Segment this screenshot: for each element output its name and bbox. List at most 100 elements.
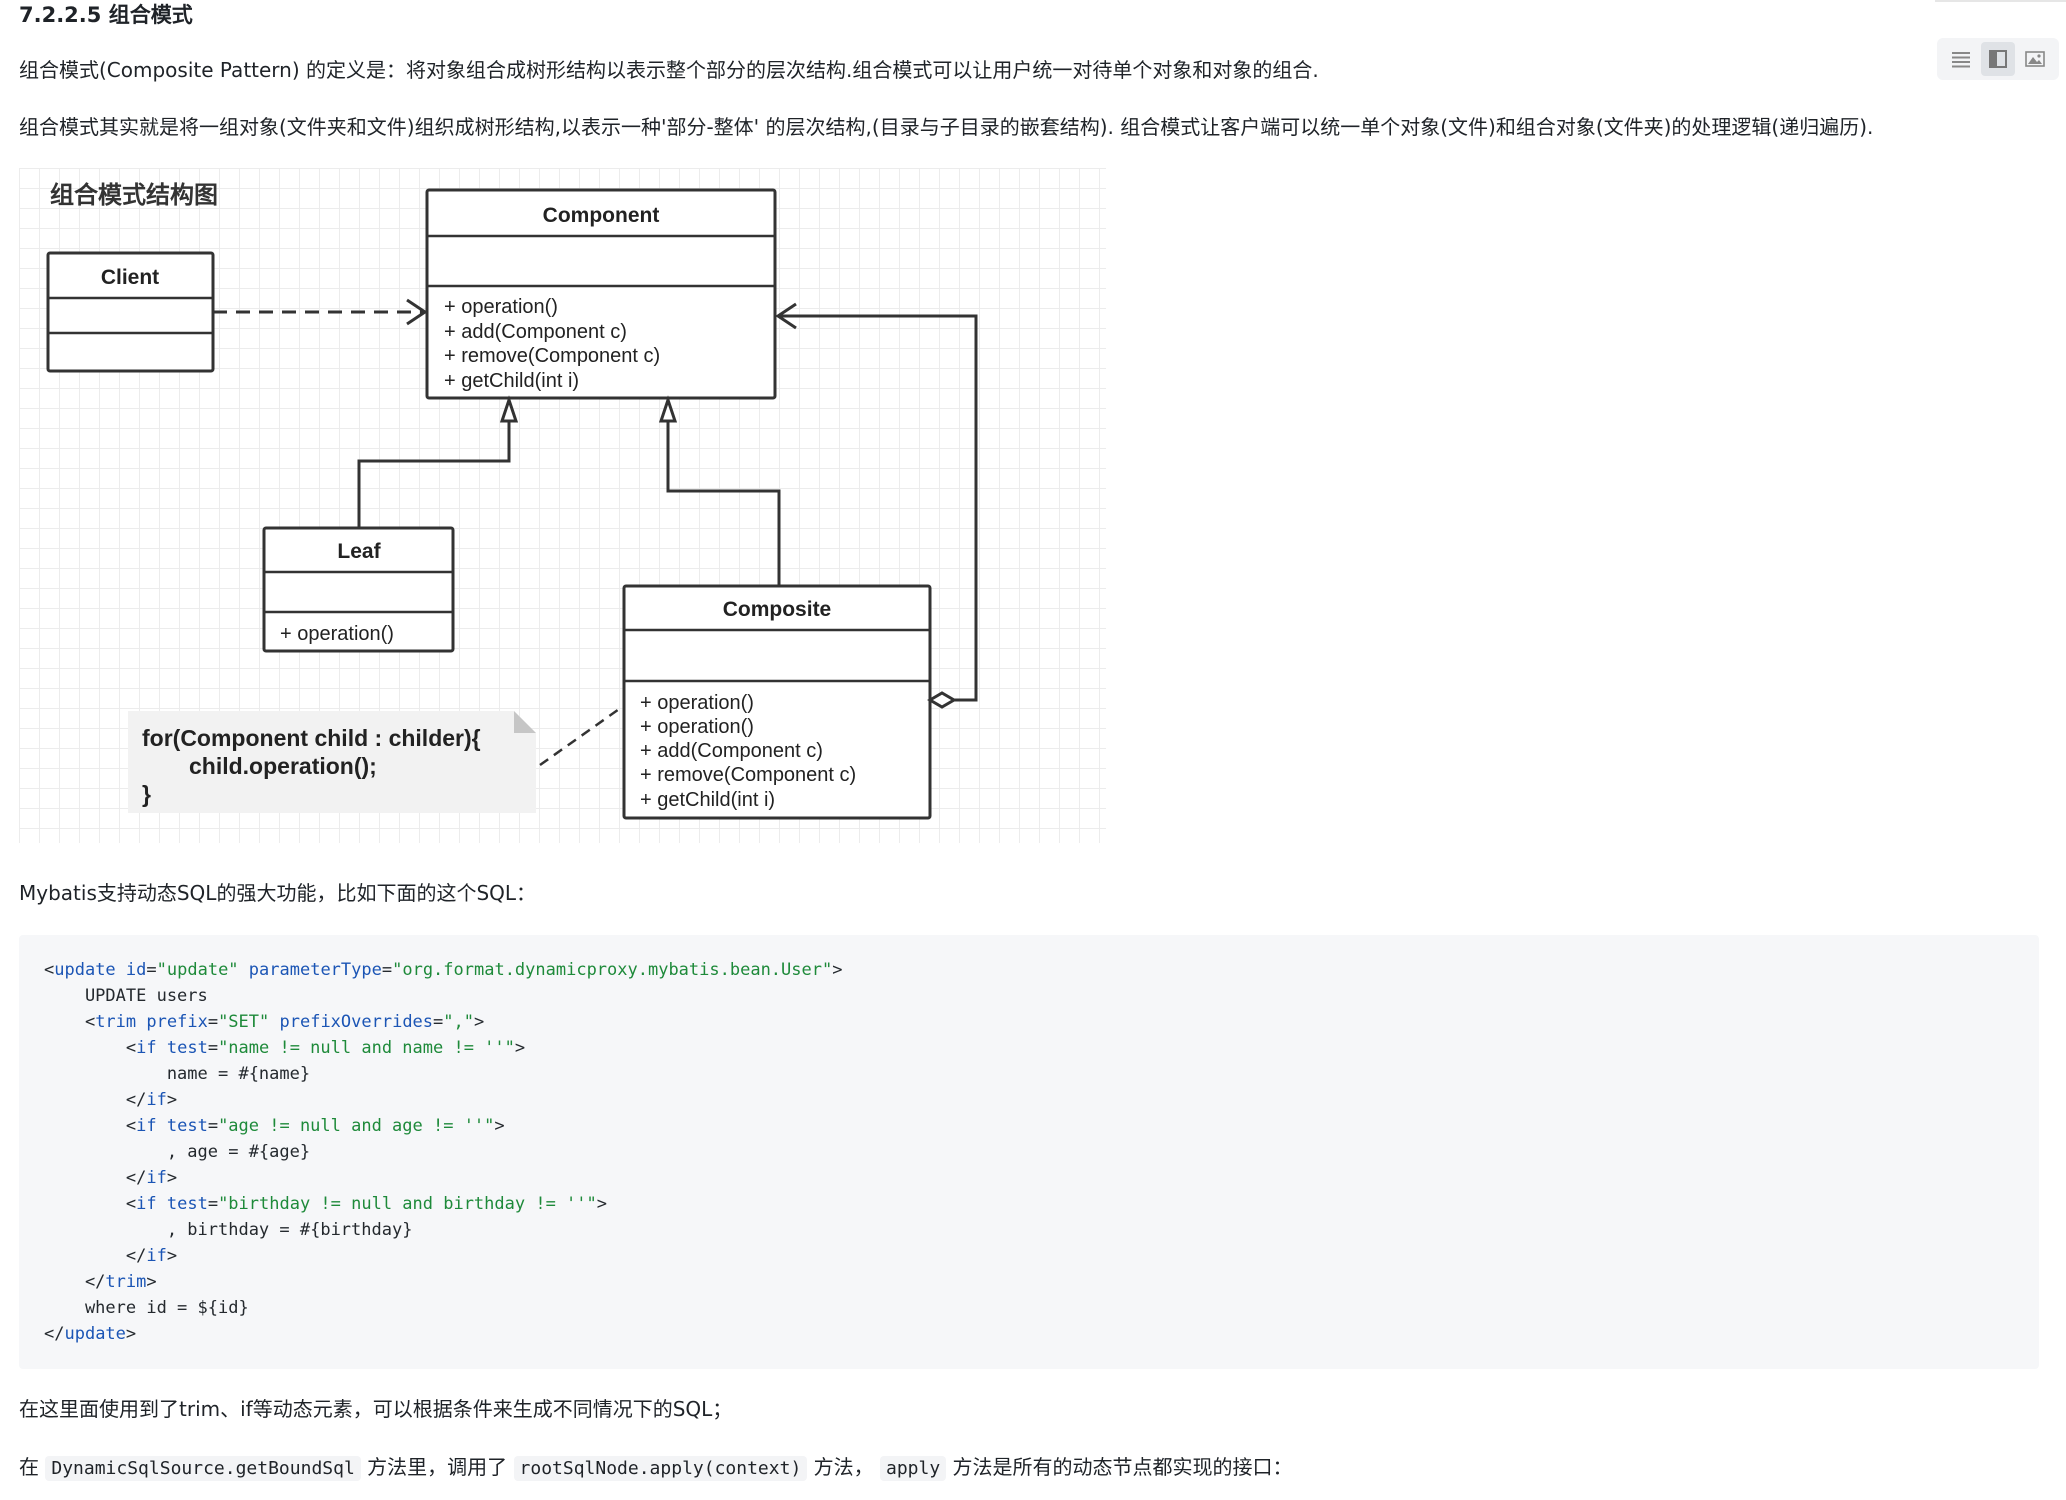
composite-method: + add(Component c) — [640, 740, 823, 762]
code-token: = — [433, 1012, 444, 1032]
view-mode-toolbar — [1937, 38, 2059, 80]
code-token: test — [166, 1038, 208, 1058]
image-view-icon — [2024, 51, 2045, 67]
code-token: </ — [44, 1324, 65, 1344]
component-method: + add(Component c) — [444, 321, 627, 343]
leaf-inheritance-arrow — [357, 395, 519, 528]
code-token: "org.format.dynamicproxy.mybatis.bean.Us… — [392, 960, 833, 980]
code-token: if — [136, 1038, 157, 1058]
code-token: "," — [443, 1012, 474, 1032]
code-token: "name != null and name != ''" — [218, 1038, 515, 1058]
code-token: > — [474, 1012, 485, 1032]
code-token: > — [166, 1246, 178, 1266]
code-token: > — [166, 1090, 178, 1110]
leaf-method: + operation() — [280, 623, 394, 645]
code-token: > — [514, 1038, 526, 1058]
code-line: UPDATE users — [44, 983, 2014, 1009]
code-token: < — [44, 1012, 96, 1032]
code-token: update — [54, 960, 116, 980]
code-token: < — [44, 1194, 137, 1214]
composite-method: + remove(Component c) — [640, 764, 856, 786]
composite-method: + operation() — [640, 716, 754, 738]
code-token: "birthday != null and birthday != ''" — [218, 1194, 597, 1214]
code-token: < — [44, 960, 55, 980]
component-method: + operation() — [444, 296, 558, 318]
code-token: </ — [44, 1090, 147, 1110]
diagram-title: 组合模式结构图 — [50, 181, 218, 209]
code-line: where id = ${id} — [44, 1295, 2014, 1321]
code-token: "update" — [156, 960, 239, 980]
code-token: > — [596, 1194, 608, 1214]
code-token: = — [207, 1012, 219, 1032]
text-segment: 方法里，调用了 — [367, 1455, 508, 1479]
code-token: prefixOverrides — [279, 1012, 434, 1032]
toolbar-divider — [1935, 0, 2066, 2]
note-box: for(Component child : childer){ child.op… — [128, 711, 536, 813]
code-token: , birthday = #{birthday} — [44, 1220, 413, 1240]
code-token: </ — [44, 1168, 147, 1188]
client-class-name: Client — [101, 266, 159, 289]
code-line: </trim> — [44, 1269, 2014, 1295]
note-line: for(Component child : childer){ — [142, 725, 481, 751]
code-token: , age = #{age} — [44, 1142, 311, 1162]
inline-code-apply-context: rootSqlNode.apply(context) — [513, 1456, 808, 1481]
composite-pattern-diagram: 组合模式结构图 Client Component + operation() +… — [19, 168, 1106, 843]
image-view-button[interactable] — [2018, 42, 2052, 76]
code-token: UPDATE users — [44, 986, 208, 1006]
composite-method: + getChild(int i) — [640, 789, 775, 811]
code-content: <update id="update" parameterType="org.f… — [44, 957, 2014, 1347]
code-line: </if> — [44, 1087, 2014, 1113]
code-block[interactable]: <update id="update" parameterType="org.f… — [19, 935, 2039, 1369]
note-line: } — [142, 781, 151, 807]
apply-method-paragraph: 在 DynamicSqlSource.getBoundSql 方法里，调用了 r… — [19, 1452, 1293, 1484]
list-view-icon — [1952, 52, 1971, 68]
code-token: > — [494, 1116, 505, 1136]
inline-code-getboundsql: DynamicSqlSource.getBoundSql — [45, 1456, 361, 1481]
code-line: name = #{name} — [44, 1061, 2014, 1087]
code-token: = — [207, 1194, 219, 1214]
code-line: </if> — [44, 1165, 2014, 1191]
split-view-icon — [1988, 50, 2007, 68]
note-line: child.operation(); — [189, 753, 377, 779]
code-token: = — [207, 1038, 219, 1058]
code-token: if — [136, 1194, 157, 1214]
code-line: </if> — [44, 1243, 2014, 1269]
code-token: update — [64, 1324, 126, 1344]
code-token: parameterType — [248, 960, 382, 980]
leaf-class-name: Leaf — [337, 540, 381, 563]
code-token: </ — [44, 1272, 106, 1292]
client-class-box: Client — [46, 251, 215, 373]
code-token: name = #{name} — [44, 1064, 311, 1084]
code-token: < — [44, 1116, 137, 1136]
code-token: = — [207, 1116, 219, 1136]
code-line: <if test="name != null and name != ''"> — [44, 1035, 2014, 1061]
list-view-button[interactable] — [1944, 42, 1978, 76]
code-token: > — [166, 1168, 178, 1188]
composite-method: + operation() — [640, 692, 754, 714]
code-token: > — [832, 960, 843, 980]
text-segment: 在 — [19, 1455, 39, 1479]
composite-inheritance-arrow — [658, 395, 781, 586]
code-line: <trim prefix="SET" prefixOverrides=","> — [44, 1009, 2014, 1035]
code-token: < — [44, 1038, 137, 1058]
component-class-name: Component — [543, 204, 660, 227]
client-dependency-arrow — [213, 298, 428, 326]
mybatis-intro-paragraph: Mybatis支持动态SQL的强大功能，比如下面的这个SQL： — [19, 881, 537, 905]
code-token: > — [125, 1324, 137, 1344]
split-view-button[interactable] — [1980, 42, 2015, 76]
code-line: , age = #{age} — [44, 1139, 2014, 1165]
code-token: "SET" — [218, 1012, 270, 1032]
code-token: = — [146, 960, 157, 980]
dynamic-elements-paragraph: 在这里面使用到了trim、if等动态元素，可以根据条件来生成不同情况下的SQL； — [19, 1397, 733, 1421]
note-connector — [539, 705, 623, 767]
explanation-paragraph: 组合模式其实就是将一组对象(文件夹和文件)组织成树形结构,以表示一种'部分-整体… — [19, 115, 1874, 139]
code-line: <if test="birthday != null and birthday … — [44, 1191, 2014, 1217]
code-token: test — [166, 1116, 208, 1136]
code-line: , birthday = #{birthday} — [44, 1217, 2014, 1243]
